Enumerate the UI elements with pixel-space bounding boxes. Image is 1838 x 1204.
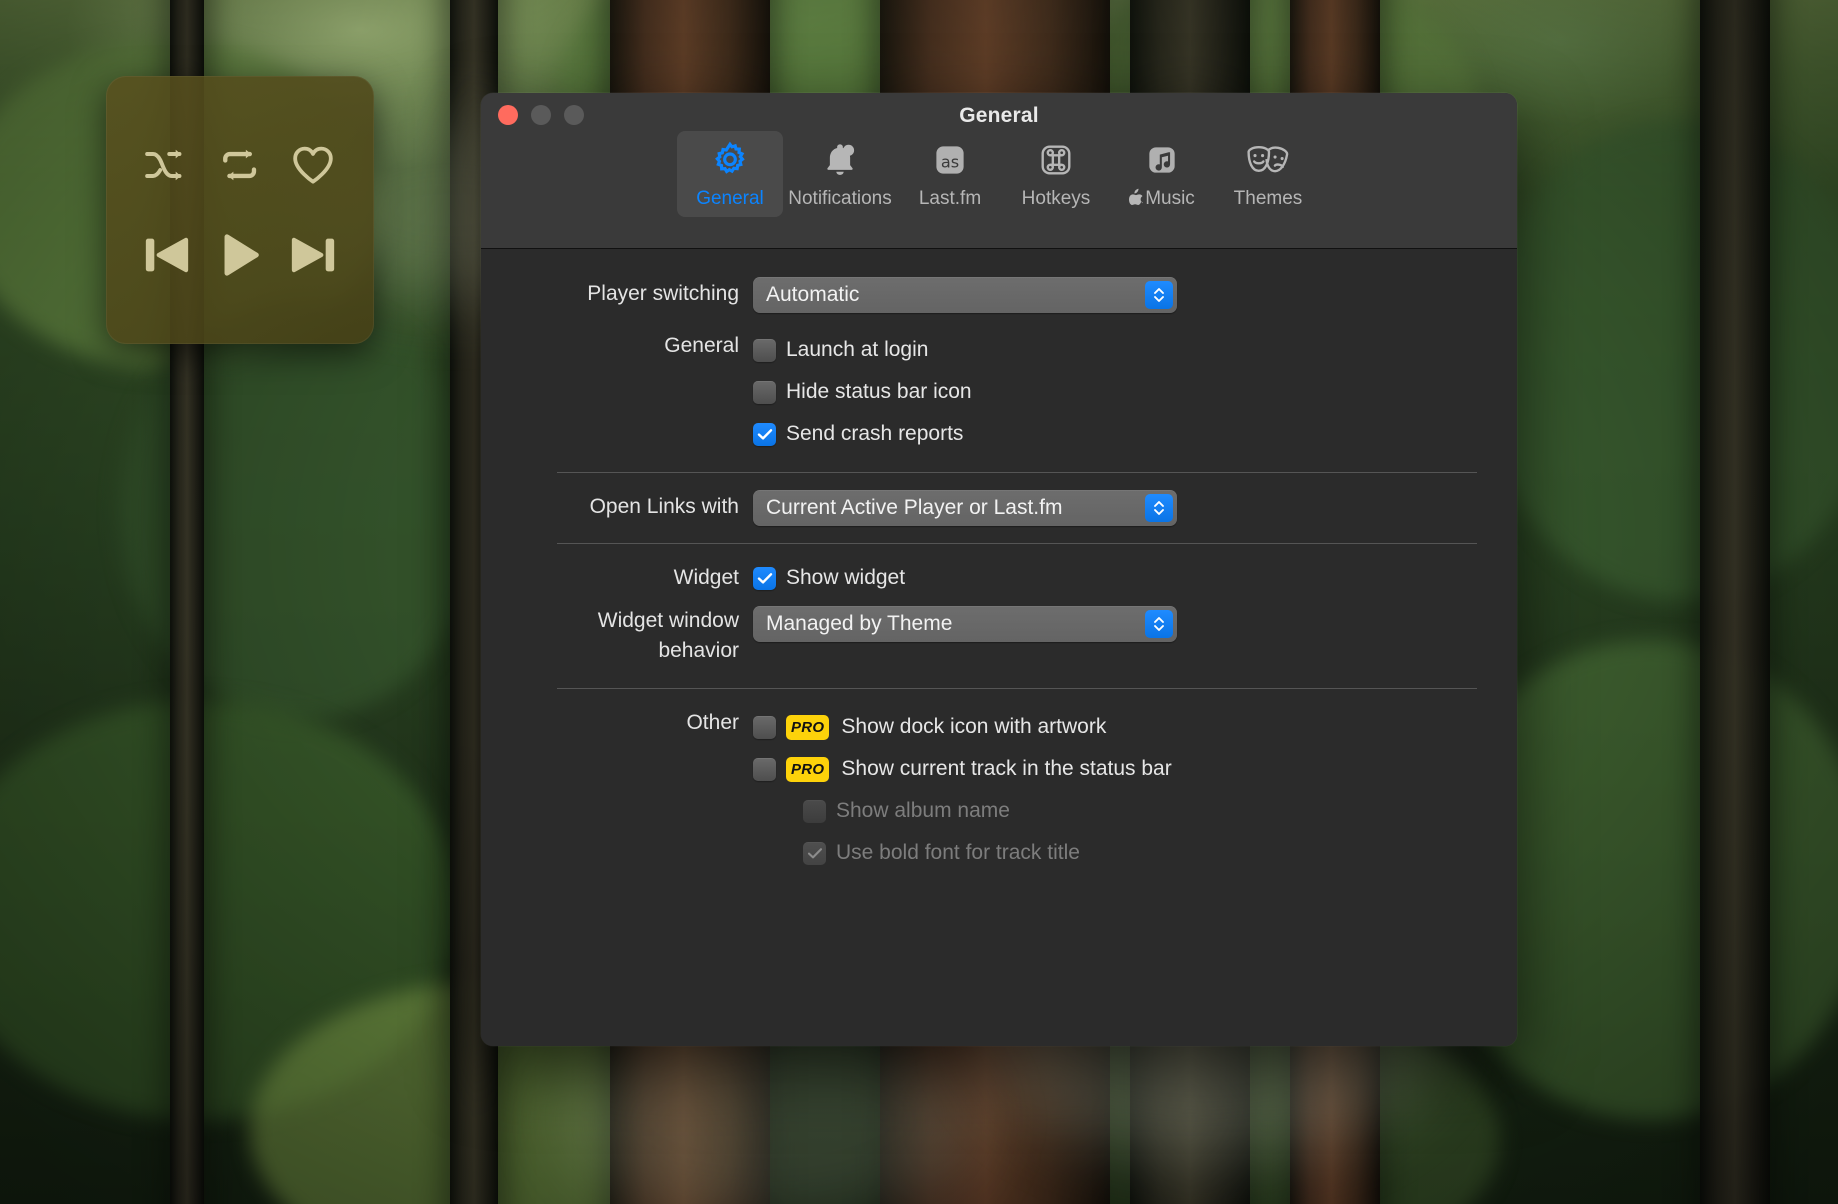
show-widget-checkbox[interactable]: [753, 566, 776, 590]
preferences-window: General General Notifications as Last.fm…: [481, 93, 1517, 1046]
show-widget-row[interactable]: Show widget: [753, 561, 1477, 595]
use-bold-font-label: Use bold font for track title: [836, 841, 1080, 864]
tab-notifications[interactable]: Notifications: [783, 131, 897, 217]
pro-badge: PRO: [786, 756, 830, 782]
show-dock-icon-row[interactable]: PRO Show dock icon with artwork: [753, 706, 1477, 748]
divider: [557, 543, 1477, 544]
tab-notifications-label: Notifications: [788, 188, 892, 209]
player-switching-value: Automatic: [766, 283, 860, 306]
mini-player-widget[interactable]: [106, 76, 374, 344]
window-title: General: [959, 104, 1039, 127]
tab-apple-music-text: Music: [1145, 188, 1195, 209]
divider: [557, 688, 1477, 689]
hide-status-bar-icon-row[interactable]: Hide status bar icon: [753, 371, 1477, 413]
lastfm-icon: as: [931, 139, 969, 181]
preferences-content: Player switching Automatic General Launc…: [481, 249, 1517, 1046]
show-album-name-checkbox: [803, 799, 826, 823]
widget-label: Widget: [673, 566, 739, 589]
player-switching-select[interactable]: Automatic: [753, 277, 1177, 313]
sub-options: Show album name Use bold font for track …: [753, 790, 1477, 874]
play-icon[interactable]: [209, 227, 271, 283]
widget-behavior-row: Widget window behavior Managed by Theme: [481, 606, 1517, 666]
use-bold-font-checkbox: [803, 841, 826, 865]
widget-behavior-label: Widget window behavior: [481, 606, 753, 666]
show-current-track-label: Show current track in the status bar: [841, 757, 1172, 780]
send-crash-reports-row[interactable]: Send crash reports: [753, 413, 1477, 455]
tab-hotkeys[interactable]: Hotkeys: [1003, 131, 1109, 217]
general-options-label: General: [664, 334, 739, 357]
send-crash-reports-checkbox[interactable]: [753, 422, 776, 446]
heart-icon[interactable]: [282, 137, 344, 193]
gear-icon: [710, 139, 750, 181]
previous-track-icon[interactable]: [136, 227, 198, 283]
show-album-name-label: Show album name: [836, 799, 1010, 822]
theater-masks-icon: [1245, 139, 1291, 181]
window-titlebar: General General Notifications as Last.fm…: [481, 93, 1517, 249]
widget-behavior-label-line2: behavior: [658, 639, 739, 662]
hide-status-bar-icon-checkbox[interactable]: [753, 380, 776, 404]
divider: [557, 472, 1477, 473]
next-track-icon[interactable]: [282, 227, 344, 283]
show-dock-icon-checkbox[interactable]: [753, 715, 776, 739]
launch-at-login-label: Launch at login: [786, 338, 929, 361]
chevron-updown-icon: [1145, 281, 1173, 309]
tab-themes-label: Themes: [1233, 188, 1303, 209]
tab-general[interactable]: General: [677, 131, 783, 217]
use-bold-font-row: Use bold font for track title: [803, 832, 1477, 874]
tab-apple-music[interactable]: Music: [1109, 131, 1215, 217]
other-label: Other: [686, 711, 739, 734]
hide-status-bar-icon-label: Hide status bar icon: [786, 380, 972, 403]
widget-top-controls: [106, 137, 374, 193]
pro-badge: PRO: [786, 714, 830, 740]
widget-show-row: Widget Show widget: [481, 561, 1517, 595]
widget-behavior-label-line1: Widget window: [597, 609, 739, 632]
open-links-select[interactable]: Current Active Player or Last.fm: [753, 490, 1177, 526]
show-dock-icon-label: Show dock icon with artwork: [841, 715, 1107, 738]
tab-lastfm-label: Last.fm: [918, 188, 982, 209]
tab-themes[interactable]: Themes: [1215, 131, 1321, 217]
repeat-icon[interactable]: [209, 137, 271, 193]
open-links-row: Open Links with Current Active Player or…: [481, 490, 1517, 526]
other-options-row: Other PRO Show dock icon with artwork PR…: [481, 706, 1517, 874]
open-links-label: Open Links with: [589, 495, 739, 518]
shuffle-icon[interactable]: [136, 137, 198, 193]
show-album-name-row: Show album name: [803, 790, 1477, 832]
svg-text:as: as: [941, 152, 959, 171]
show-current-track-row[interactable]: PRO Show current track in the status bar: [753, 748, 1477, 790]
general-options-row: General Launch at login Hide status bar …: [481, 329, 1517, 455]
show-widget-label: Show widget: [786, 566, 906, 589]
open-links-value: Current Active Player or Last.fm: [766, 496, 1063, 519]
widget-behavior-select[interactable]: Managed by Theme: [753, 606, 1177, 642]
apple-logo-icon: [1129, 188, 1144, 210]
chevron-updown-icon: [1145, 610, 1173, 638]
widget-behavior-value: Managed by Theme: [766, 612, 953, 635]
bell-icon: [821, 139, 859, 181]
widget-transport-controls: [106, 227, 374, 283]
launch-at-login-checkbox[interactable]: [753, 338, 776, 362]
send-crash-reports-label: Send crash reports: [786, 422, 964, 445]
player-switching-row: Player switching Automatic: [481, 277, 1517, 313]
show-current-track-checkbox[interactable]: [753, 757, 776, 781]
player-switching-label: Player switching: [587, 282, 739, 305]
tab-general-label: General: [696, 188, 764, 209]
tab-hotkeys-label: Hotkeys: [1021, 188, 1091, 209]
chevron-updown-icon: [1145, 494, 1173, 522]
launch-at-login-row[interactable]: Launch at login: [753, 329, 1477, 371]
preferences-toolbar: General Notifications as Last.fm Hotkeys…: [481, 131, 1517, 217]
tab-lastfm[interactable]: as Last.fm: [897, 131, 1003, 217]
apple-music-icon: [1143, 139, 1181, 181]
tab-apple-music-label: Music: [1129, 188, 1195, 210]
command-key-icon: [1037, 139, 1075, 181]
